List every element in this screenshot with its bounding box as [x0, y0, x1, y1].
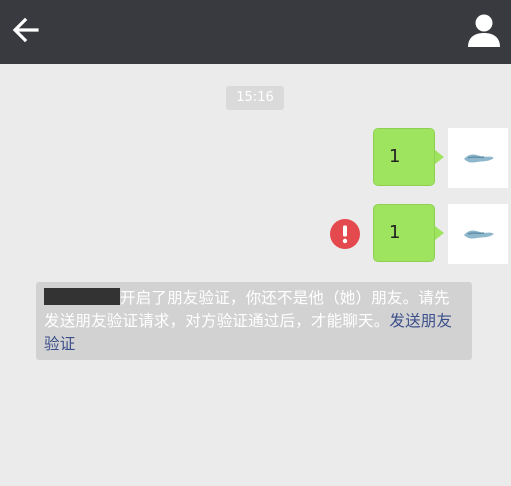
avatar[interactable]: [448, 128, 508, 188]
avatar[interactable]: [448, 204, 508, 264]
back-button[interactable]: [8, 12, 44, 48]
message-row: 1: [0, 204, 511, 266]
bubble-tail: [435, 150, 444, 164]
redacted-name: [44, 288, 120, 305]
message-bubble[interactable]: 1: [373, 204, 435, 262]
system-notice: 开启了朋友验证，你还不是他（她）朋友。请先发送朋友验证请求，对方验证通过后，才能…: [36, 282, 472, 360]
avatar-image: [464, 230, 494, 239]
person-icon: [468, 14, 500, 47]
chat-area[interactable]: 15:16 1 1 开启了朋友验证，你还不是他（她）朋友。请先发送朋友验证请求，…: [0, 64, 511, 486]
profile-button[interactable]: [465, 10, 503, 50]
message-row: 1: [0, 128, 511, 190]
message-bubble[interactable]: 1: [373, 128, 435, 186]
bubble-tail: [435, 226, 444, 240]
back-arrow-icon: [12, 17, 39, 43]
message-timestamp: 15:16: [226, 86, 284, 110]
avatar-image: [464, 154, 494, 163]
title-bar: [0, 0, 511, 64]
exclamation-icon: [342, 225, 348, 244]
send-failed-icon[interactable]: [330, 219, 360, 249]
